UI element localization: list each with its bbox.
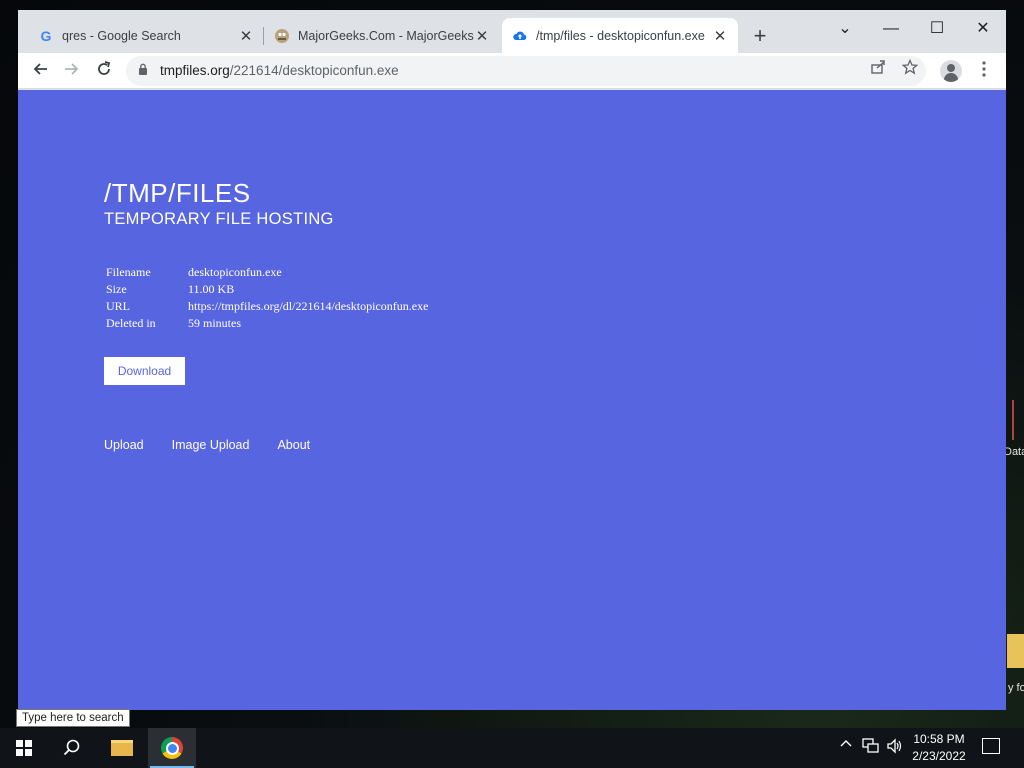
minimize-button[interactable]: — <box>868 14 914 44</box>
chrome-icon <box>161 737 183 759</box>
file-info-value: 11.00 KB <box>188 282 235 296</box>
reload-icon <box>98 61 111 75</box>
file-info-key: Deleted in <box>106 316 156 330</box>
tab-search-button[interactable]: ⌄ <box>822 14 868 44</box>
chevron-up-icon[interactable] <box>840 738 852 753</box>
tab-strip: G qres - Google Search ✕ MajorGeeks.Com … <box>18 10 1006 53</box>
close-tab-icon[interactable]: ✕ <box>238 27 254 45</box>
file-info-value: 59 minutes <box>188 316 241 330</box>
upload-link[interactable]: Upload <box>104 438 144 452</box>
google-icon: G <box>40 27 52 44</box>
footer-nav: Upload Image Upload About <box>104 438 338 452</box>
new-tab-button[interactable]: + <box>748 24 772 48</box>
taskbar: 10:58 PM 2/23/2022 <box>0 728 1024 768</box>
download-button[interactable]: Download <box>104 357 185 385</box>
clock-time: 10:58 PM <box>913 732 965 746</box>
tab-google-search[interactable]: G qres - Google Search ✕ <box>28 18 264 53</box>
arrow-right-icon <box>65 63 79 75</box>
page-content: /TMP/FILES TEMPORARY FILE HOSTING Filena… <box>18 90 1006 710</box>
about-link[interactable]: About <box>277 438 310 452</box>
desktop-icon-label: y fol <box>1008 682 1024 694</box>
file-info-key: URL <box>106 299 130 313</box>
cloud-upload-icon <box>512 28 528 44</box>
browser-window: G qres - Google Search ✕ MajorGeeks.Com … <box>18 10 1006 710</box>
back-button[interactable] <box>26 57 54 85</box>
file-info-value: desktopiconfun.exe <box>188 265 282 279</box>
system-clock[interactable]: 10:58 PM 2/23/2022 <box>906 731 972 765</box>
start-button[interactable] <box>0 728 48 768</box>
volume-icon[interactable] <box>886 738 904 757</box>
file-info-key: Size <box>106 282 127 296</box>
tab-majorgeeks[interactable]: MajorGeeks.Com - MajorGeeks ✕ <box>264 18 500 53</box>
file-url-value: https://tmpfiles.org/dl/221614/desktopic… <box>188 299 429 313</box>
url-text: tmpfiles.org/221614/desktopiconfun.exe <box>160 56 399 86</box>
page-title: /TMP/FILES <box>104 178 251 208</box>
browser-toolbar: tmpfiles.org/221614/desktopiconfun.exe <box>18 53 1006 89</box>
search-tooltip: Type here to search <box>16 709 130 727</box>
bookmark-star-icon[interactable] <box>898 58 922 83</box>
arrow-left-icon <box>33 63 47 75</box>
file-info-table: Filename desktopiconfun.exe Size 11.00 K… <box>106 264 428 332</box>
close-window-button[interactable]: ✕ <box>960 14 1006 44</box>
desktop-folder-icon[interactable] <box>1007 634 1024 668</box>
more-vert-icon <box>982 61 986 77</box>
windows-icon <box>16 740 32 756</box>
reload-button[interactable] <box>90 57 118 85</box>
profile-avatar[interactable] <box>940 60 962 82</box>
desktop-icon-label: Data <box>1004 446 1024 458</box>
image-upload-link[interactable]: Image Upload <box>172 438 250 452</box>
tab-title: /tmp/files - desktopiconfun.exe <box>536 28 705 43</box>
folder-icon <box>111 740 133 756</box>
close-tab-icon[interactable]: ✕ <box>712 27 728 45</box>
lock-icon[interactable] <box>138 63 148 75</box>
file-info-row: Filename desktopiconfun.exe <box>106 264 428 281</box>
browser-menu-button[interactable] <box>974 57 994 85</box>
chrome-taskbar-button[interactable] <box>148 728 196 768</box>
file-info-row: Size 11.00 KB <box>106 281 428 298</box>
url-host: tmpfiles.org <box>160 63 230 78</box>
search-button[interactable] <box>48 728 96 768</box>
file-info-row: URL https://tmpfiles.org/dl/221614/deskt… <box>106 298 428 315</box>
file-explorer-button[interactable] <box>98 728 146 768</box>
file-info-key: Filename <box>106 265 151 279</box>
forward-button[interactable] <box>58 57 86 85</box>
majorgeeks-icon <box>274 28 290 44</box>
share-icon[interactable] <box>866 59 890 83</box>
url-path: /221614/desktopiconfun.exe <box>229 63 399 78</box>
network-icon[interactable] <box>862 738 880 757</box>
tab-title: MajorGeeks.Com - MajorGeeks <box>298 28 474 43</box>
address-bar[interactable]: tmpfiles.org/221614/desktopiconfun.exe <box>126 56 926 86</box>
maximize-button[interactable]: ☐ <box>914 14 960 44</box>
close-tab-icon[interactable]: ✕ <box>474 27 490 45</box>
notification-center-icon[interactable] <box>982 738 1000 754</box>
desktop-shortcut-icon[interactable] <box>1012 400 1024 440</box>
clock-date: 2/23/2022 <box>912 749 966 763</box>
file-info-row: Deleted in 59 minutes <box>106 315 428 332</box>
tab-tmpfiles[interactable]: /tmp/files - desktopiconfun.exe ✕ <box>502 18 738 53</box>
page-subtitle: TEMPORARY FILE HOSTING <box>104 210 334 228</box>
tab-title: qres - Google Search <box>62 28 181 43</box>
search-icon <box>63 739 80 756</box>
